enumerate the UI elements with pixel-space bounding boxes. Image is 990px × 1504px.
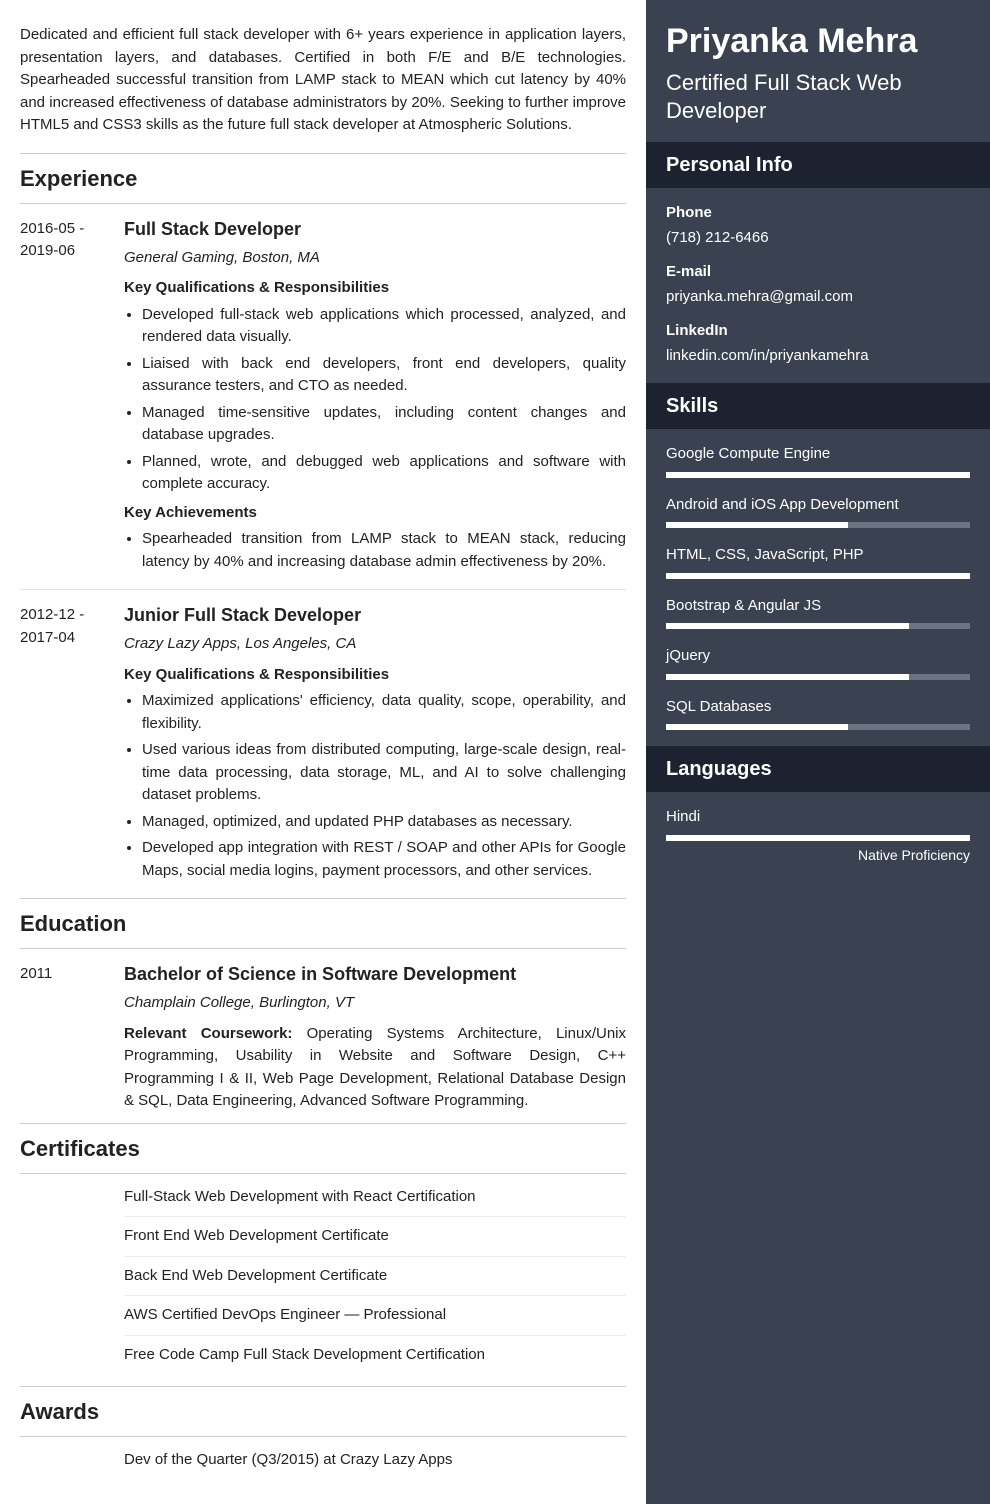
responsibility-item: Used various ideas from distributed comp… <box>142 739 626 807</box>
entry-company: Crazy Lazy Apps, Los Angeles, CA <box>124 633 626 656</box>
skill-row: HTML, CSS, JavaScript, PHP <box>666 544 970 579</box>
skill-bar-fill <box>666 724 848 730</box>
language-bar-fill <box>666 835 970 841</box>
languages-heading: Languages <box>646 746 990 792</box>
entry-title: Full Stack Developer <box>124 216 626 243</box>
skill-bar-fill <box>666 472 970 478</box>
responsibilities-heading: Key Qualifications & Responsibilities <box>124 277 626 300</box>
skill-bar <box>666 472 970 478</box>
skill-bar-fill <box>666 623 909 629</box>
skills-heading: Skills <box>646 383 990 429</box>
email-label: E-mail <box>666 261 970 284</box>
entry-company: General Gaming, Boston, MA <box>124 247 626 270</box>
main-column: Dedicated and efficient full stack devel… <box>0 0 646 1504</box>
person-name: Priyanka Mehra <box>666 22 970 61</box>
responsibility-item: Developed app integration with REST / SO… <box>142 837 626 882</box>
skill-name: HTML, CSS, JavaScript, PHP <box>666 544 970 567</box>
skill-name: SQL Databases <box>666 696 970 719</box>
skill-bar <box>666 573 970 579</box>
sidebar-column: Priyanka Mehra Certified Full Stack Web … <box>646 0 990 1504</box>
responsibility-item: Managed, optimized, and updated PHP data… <box>142 811 626 834</box>
language-row: Hindi Native Proficiency <box>666 806 970 866</box>
skill-name: Bootstrap & Angular JS <box>666 595 970 618</box>
experience-entry: 2016-05 - 2019-06Full Stack Developer Gen… <box>20 204 626 591</box>
language-name: Hindi <box>666 806 970 829</box>
language-level: Native Proficiency <box>666 845 970 866</box>
award-item: Dev of the Quarter (Q3/2015) at Crazy La… <box>124 1441 626 1480</box>
responsibility-item: Developed full-stack web applications wh… <box>142 304 626 349</box>
entry-body: Junior Full Stack Developer Crazy Lazy Ap… <box>124 602 626 888</box>
skill-bar-fill <box>666 522 848 528</box>
certificate-item: Full-Stack Web Development with React Ce… <box>124 1178 626 1218</box>
entry-school: Champlain College, Burlington, VT <box>124 992 626 1015</box>
responsibility-item: Maximized applications' efficiency, data… <box>142 690 626 735</box>
responsibility-item: Liaised with back end developers, front … <box>142 353 626 398</box>
language-bar <box>666 835 970 841</box>
entry-title: Bachelor of Science in Software Developm… <box>124 961 626 988</box>
certificates-heading: Certificates <box>20 1123 626 1174</box>
skill-row: Bootstrap & Angular JS <box>666 595 970 630</box>
education-entry: 2011Bachelor of Science in Software Deve… <box>20 949 626 1123</box>
skill-bar-fill <box>666 674 909 680</box>
entry-date: 2012-12 - 2017-04 <box>20 602 124 888</box>
awards-heading: Awards <box>20 1386 626 1437</box>
skill-row: jQuery <box>666 645 970 680</box>
phone-label: Phone <box>666 202 970 225</box>
linkedin-label: LinkedIn <box>666 320 970 343</box>
experience-heading: Experience <box>20 153 626 204</box>
achievements-heading: Key Achievements <box>124 502 626 525</box>
entry-date: 2011 <box>20 961 124 1113</box>
personal-info-heading: Personal Info <box>646 142 990 188</box>
person-role: Certified Full Stack Web Developer <box>666 69 970 124</box>
skill-bar <box>666 724 970 730</box>
skill-row: SQL Databases <box>666 696 970 731</box>
experience-entry: 2012-12 - 2017-04Junior Full Stack Devel… <box>20 590 626 898</box>
skill-name: jQuery <box>666 645 970 668</box>
phone-value: (718) 212-6466 <box>666 227 970 250</box>
skill-bar-fill <box>666 573 970 579</box>
skill-name: Google Compute Engine <box>666 443 970 466</box>
responsibility-item: Planned, wrote, and debugged web applica… <box>142 451 626 496</box>
entry-title: Junior Full Stack Developer <box>124 602 626 629</box>
entry-body: Full Stack Developer General Gaming, Bost… <box>124 216 626 580</box>
certificate-item: Front End Web Development Certificate <box>124 1217 626 1257</box>
skill-bar <box>666 674 970 680</box>
skill-bar <box>666 623 970 629</box>
certificate-item: Back End Web Development Certificate <box>124 1257 626 1297</box>
summary-text: Dedicated and efficient full stack devel… <box>20 24 626 137</box>
skill-bar <box>666 522 970 528</box>
skill-name: Android and iOS App Development <box>666 494 970 517</box>
skill-row: Google Compute Engine <box>666 443 970 478</box>
certificate-item: Free Code Camp Full Stack Development Ce… <box>124 1336 626 1375</box>
education-heading: Education <box>20 898 626 949</box>
responsibilities-heading: Key Qualifications & Responsibilities <box>124 664 626 687</box>
achievement-item: Spearheaded transition from LAMP stack t… <box>142 528 626 573</box>
coursework: Relevant Coursework: Operating Systems A… <box>124 1023 626 1113</box>
certificate-item: AWS Certified DevOps Engineer — Professi… <box>124 1296 626 1336</box>
entry-body: Bachelor of Science in Software Developm… <box>124 961 626 1113</box>
linkedin-value: linkedin.com/in/priyankamehra <box>666 345 970 368</box>
skill-row: Android and iOS App Development <box>666 494 970 529</box>
email-value: priyanka.mehra@gmail.com <box>666 286 970 309</box>
responsibility-item: Managed time-sensitive updates, includin… <box>142 402 626 447</box>
entry-date: 2016-05 - 2019-06 <box>20 216 124 580</box>
